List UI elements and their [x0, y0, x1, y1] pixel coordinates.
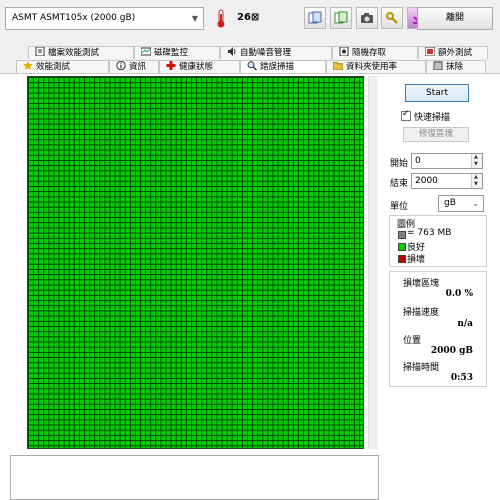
legend-good-swatch: [398, 243, 406, 251]
random-access-icon: [339, 47, 349, 56]
end-field-label: 結束: [390, 179, 409, 189]
copy-info-icon[interactable]: [304, 7, 326, 29]
elapsed-label: 掃描時間: [403, 363, 440, 373]
exit-button[interactable]: 離開: [417, 7, 493, 30]
scan-log-area: [10, 455, 379, 500]
benchmark-icon: [23, 61, 33, 70]
grid-scrollbar[interactable]: [368, 76, 378, 449]
unit-select-value: gB: [444, 198, 456, 208]
end-field-value: 2000: [415, 176, 438, 186]
drive-select[interactable]: ASMT ASMT105x (2000 gB) ▼: [5, 7, 204, 30]
file-benchmark-icon: [35, 47, 45, 56]
magnifier-icon: [247, 61, 257, 70]
quick-scan-label: 快速掃描: [414, 113, 451, 123]
scan-stats-box: 損壞區塊 0.0 % 掃描速度 n/a 位置 2000 gB 掃描時間 0:53: [389, 271, 487, 387]
tab-health[interactable]: 健康狀態: [159, 60, 240, 73]
checkmark-icon: ✓: [402, 109, 410, 119]
scan-speed-label: 掃描速度: [403, 308, 440, 318]
damaged-blocks-label: 損壞區塊: [403, 279, 440, 289]
spin-arrows-icon[interactable]: ▲ ▼: [471, 174, 482, 188]
tab-erase[interactable]: 抹除: [426, 60, 486, 73]
tab-file-benchmark[interactable]: 檔案效能測試: [28, 46, 134, 59]
quick-scan-checkbox[interactable]: ✓: [401, 109, 411, 121]
disk-monitor-icon: [141, 47, 151, 56]
screenshot-icon[interactable]: [356, 7, 378, 29]
scan-block-grid: [27, 76, 364, 449]
end-field-input[interactable]: 2000 ▲ ▼: [411, 173, 483, 189]
legend-damaged-label: 損壞: [407, 255, 426, 265]
repair-blocks-button[interactable]: 修復區塊: [403, 127, 469, 142]
tab-benchmark[interactable]: 效能測試: [16, 60, 109, 73]
legend-block-swatch: [398, 231, 406, 239]
chevron-down-icon: ▼: [191, 14, 198, 23]
tab-random-access[interactable]: 隨機存取: [332, 46, 418, 59]
tab-folder-usage[interactable]: 資料夾使用率: [326, 60, 426, 73]
legend-box: 圖例 = 763 MB 良好 損壞: [389, 215, 487, 267]
tab-disk-monitor[interactable]: 磁碟監控: [134, 46, 220, 59]
elapsed-value: 0:53: [450, 373, 473, 383]
thermometer-icon: [217, 9, 225, 28]
copy-text-icon[interactable]: [330, 7, 352, 29]
extra-tests-icon: [425, 47, 435, 56]
position-value: 2000 gB: [430, 346, 473, 356]
tab-info[interactable]: 資訊: [109, 60, 159, 73]
spin-arrows-icon[interactable]: ▲ ▼: [471, 154, 482, 168]
folder-icon: [333, 62, 343, 70]
start-field-input[interactable]: 0 ▲ ▼: [411, 153, 483, 169]
unit-label: 單位: [390, 202, 409, 212]
chevron-down-icon: ⌄: [472, 199, 479, 208]
health-icon: [166, 61, 176, 70]
unit-select[interactable]: gB ⌄: [438, 195, 484, 212]
options-icon[interactable]: [381, 7, 403, 29]
scan-speed-value: n/a: [457, 319, 473, 329]
tab-noise-management[interactable]: 自動噪音管理: [220, 46, 332, 59]
legend-damaged-swatch: [398, 255, 406, 263]
erase-icon: [433, 61, 443, 70]
speaker-icon: [228, 47, 236, 56]
temperature-value: 26⊠: [237, 12, 260, 23]
start-field-value: 0: [415, 156, 421, 166]
position-label: 位置: [403, 336, 422, 346]
tab-error-scan[interactable]: 錯誤掃描: [240, 60, 326, 73]
damaged-blocks-value: 0.0 %: [445, 289, 473, 299]
tab-extra-tests[interactable]: 額外測試: [418, 46, 488, 59]
start-field-label: 開始: [390, 159, 409, 169]
info-icon: [116, 61, 126, 70]
legend-block-size: = 763 MB: [407, 228, 452, 238]
start-button[interactable]: Start: [405, 84, 469, 102]
toolbar: ASMT ASMT105x (2000 gB) ▼ 26⊠ 離開: [0, 0, 500, 38]
drive-select-value: ASMT ASMT105x (2000 gB): [12, 13, 136, 23]
